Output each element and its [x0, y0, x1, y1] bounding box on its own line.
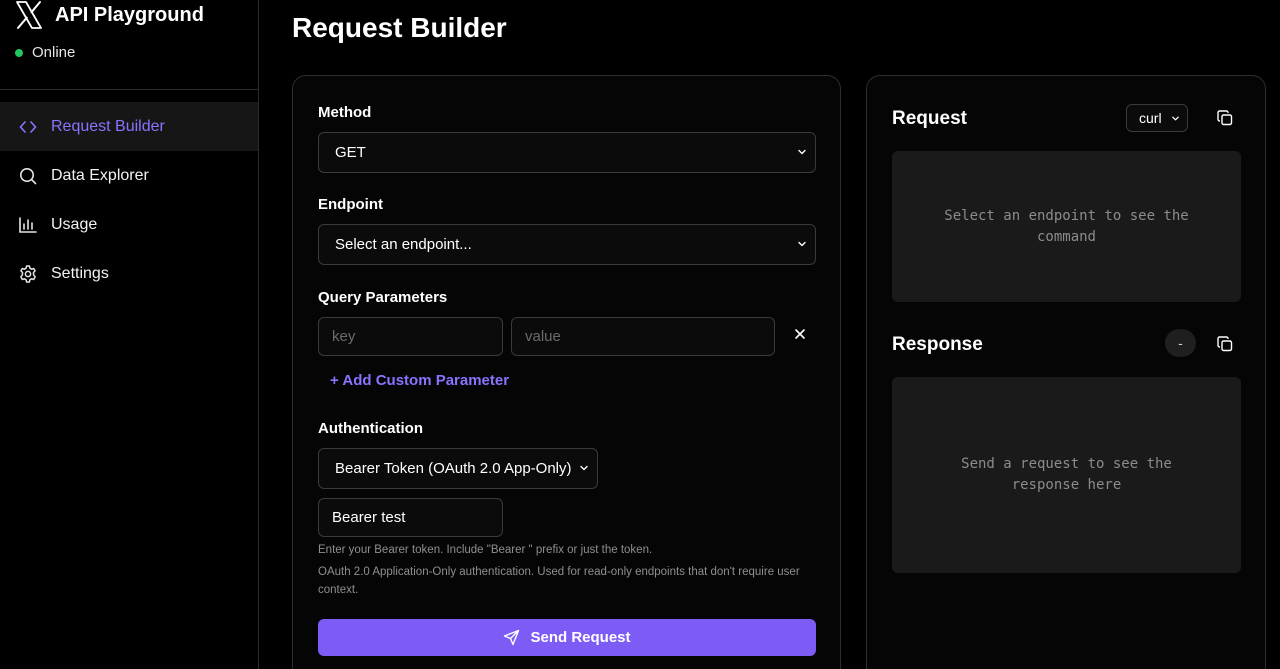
app-root: API Playground Online Request Builder Da…	[0, 0, 1280, 669]
sidebar-item-request-builder[interactable]: Request Builder	[0, 102, 258, 151]
gear-icon	[18, 264, 38, 284]
sidebar-divider	[0, 89, 258, 90]
authentication-label: Authentication	[318, 420, 423, 437]
auth-type-select[interactable]: Bearer Token (OAuth 2.0 App-Only)	[318, 448, 598, 489]
endpoint-label: Endpoint	[318, 196, 383, 213]
sidebar-item-label: Usage	[51, 215, 98, 233]
chevron-down-icon	[1172, 116, 1179, 121]
bearer-token-input[interactable]: Bearer test	[318, 498, 503, 537]
auth-help-text: OAuth 2.0 Application-Only authenticatio…	[318, 566, 800, 596]
token-help-text: Enter your Bearer token. Include "Bearer…	[318, 544, 653, 556]
response-status-badge: -	[1165, 329, 1196, 357]
param-key-placeholder: key	[332, 328, 356, 345]
request-title: Request	[892, 108, 967, 129]
sidebar: API Playground Online Request Builder Da…	[0, 0, 259, 669]
endpoint-select[interactable]: Select an endpoint...	[318, 224, 816, 265]
sidebar-item-settings[interactable]: Settings	[0, 249, 258, 298]
auth-type-value: Bearer Token (OAuth 2.0 App-Only)	[335, 460, 572, 477]
method-value: GET	[335, 144, 366, 161]
sidebar-item-label: Data Explorer	[51, 166, 149, 184]
query-params-label: Query Parameters	[318, 289, 448, 306]
response-preview: Send a request to see the response here	[892, 377, 1241, 573]
response-title: Response	[892, 334, 983, 355]
sidebar-item-data-explorer[interactable]: Data Explorer	[0, 151, 258, 200]
sidebar-item-label: Request Builder	[51, 117, 165, 135]
chevron-down-icon	[798, 241, 806, 247]
send-request-button[interactable]: Send Request	[318, 619, 816, 656]
send-request-label: Send Request	[530, 629, 631, 646]
bar-chart-icon	[18, 215, 38, 235]
close-icon[interactable]	[793, 327, 807, 341]
param-value-input[interactable]: value	[511, 317, 775, 356]
status-text: Online	[32, 44, 76, 61]
sidebar-item-label: Settings	[51, 264, 109, 282]
param-key-input[interactable]: key	[318, 317, 503, 356]
status-dot-icon	[15, 48, 23, 57]
code-icon	[18, 117, 38, 137]
sidebar-item-usage[interactable]: Usage	[0, 200, 258, 249]
send-icon	[504, 629, 520, 646]
sidebar-nav: Request Builder Data Explorer Usage Sett…	[0, 102, 258, 298]
copy-icon[interactable]	[1216, 109, 1234, 127]
add-custom-parameter-button[interactable]: + Add Custom Parameter	[330, 372, 509, 389]
language-value: curl	[1139, 110, 1162, 126]
page-title: Request Builder	[292, 12, 507, 43]
search-icon	[18, 166, 38, 186]
connection-status: Online	[15, 44, 75, 61]
request-builder-card: Method GET Endpoint Select an endpoint..…	[292, 75, 841, 669]
output-card: Request curl Select an endpoint to see t…	[866, 75, 1266, 669]
endpoint-value: Select an endpoint...	[335, 236, 472, 253]
chevron-down-icon	[580, 465, 588, 471]
bearer-token-value: Bearer test	[332, 509, 406, 526]
method-select[interactable]: GET	[318, 132, 816, 173]
chevron-down-icon	[798, 149, 806, 155]
method-label: Method	[318, 104, 372, 121]
x-logo-icon	[16, 1, 42, 29]
app-title: API Playground	[55, 3, 204, 26]
param-value-placeholder: value	[525, 328, 561, 345]
copy-icon[interactable]	[1216, 335, 1234, 353]
request-preview: Select an endpoint to see the command	[892, 151, 1241, 302]
brand[interactable]: API Playground	[14, 0, 204, 30]
language-select[interactable]: curl	[1126, 104, 1188, 132]
